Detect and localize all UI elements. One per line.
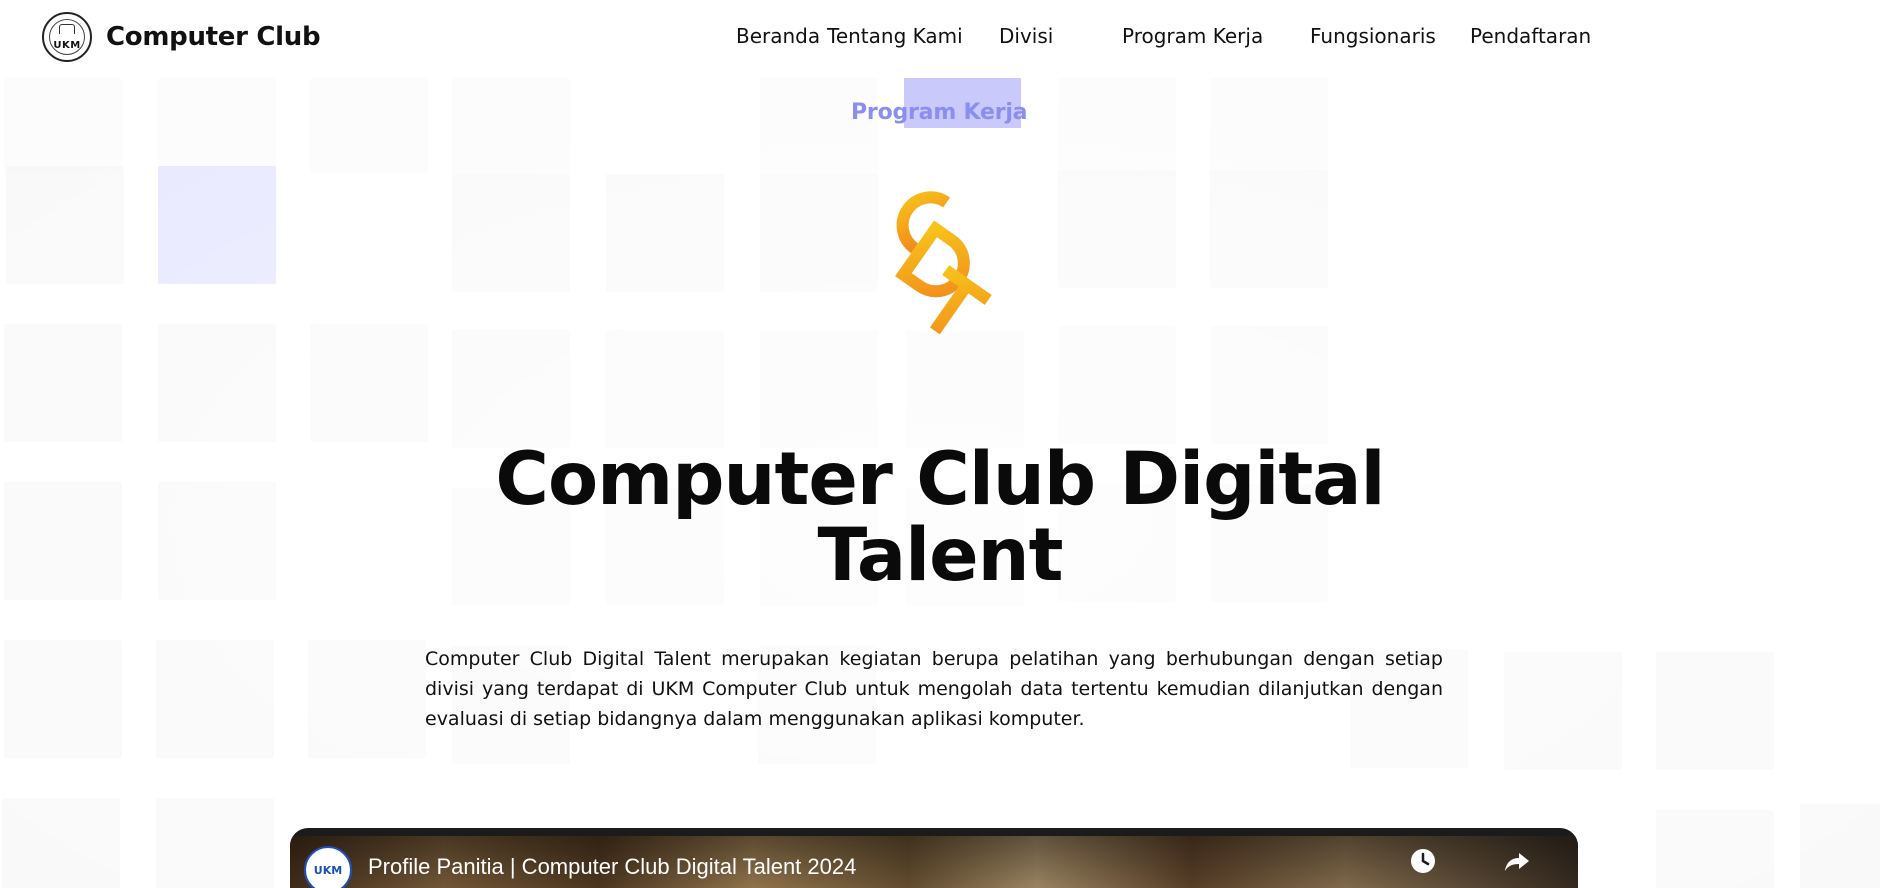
hero-description: Computer Club Digital Talent merupakan k…: [425, 648, 1443, 730]
clock-icon: [1411, 849, 1435, 873]
share-button[interactable]: [1502, 846, 1532, 876]
watch-later-button[interactable]: [1408, 846, 1438, 876]
brand-link[interactable]: UKM Computer Club: [42, 12, 321, 62]
hero-title-line-1: Computer Club Digital: [495, 437, 1385, 522]
nav-item-tentang-kami[interactable]: Tentang Kami: [827, 24, 963, 48]
section-eyebrow: Program Kerja: [851, 100, 1028, 125]
nav-item-pendaftaran[interactable]: Pendaftaran: [1470, 24, 1591, 48]
video-title[interactable]: Profile Panitia | Computer Club Digital …: [368, 854, 856, 880]
nav-item-beranda[interactable]: Beranda: [736, 24, 820, 48]
nav-item-fungsionaris[interactable]: Fungsionaris: [1310, 24, 1436, 48]
ukm-logo-icon: UKM: [42, 12, 92, 62]
channel-avatar[interactable]: UKM: [304, 846, 352, 888]
share-icon: [1505, 853, 1529, 871]
nav-item-divisi[interactable]: Divisi: [999, 24, 1053, 48]
nav-item-program-kerja[interactable]: Program Kerja: [1122, 24, 1263, 48]
channel-logo-text: UKM: [313, 863, 343, 877]
hero-title: Computer Club Digital Talent: [440, 442, 1440, 594]
cdt-logo-icon: [895, 191, 992, 335]
hero-title-line-2: Talent: [817, 513, 1063, 598]
logo-text: UKM: [53, 40, 81, 51]
brand-name: Computer Club: [106, 22, 321, 52]
navbar: UKM Computer Club Beranda Tentang Kami D…: [0, 0, 1880, 78]
video-embed[interactable]: UKM Profile Panitia | Computer Club Digi…: [290, 828, 1578, 888]
